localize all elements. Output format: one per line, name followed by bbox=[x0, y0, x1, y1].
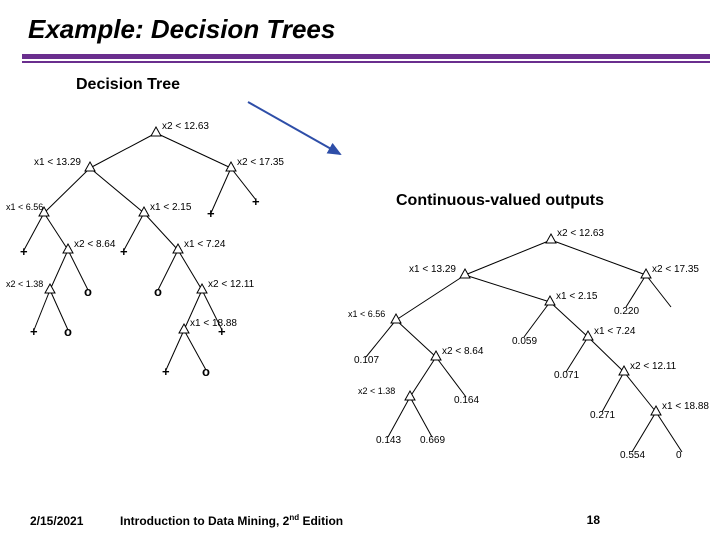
leaf: + bbox=[252, 194, 260, 209]
leaf: 0.271 bbox=[590, 410, 615, 421]
title-underline bbox=[22, 54, 710, 63]
leaf: o bbox=[202, 364, 210, 379]
footer-date: 2/15/2021 bbox=[30, 514, 120, 528]
node-label: x2 < 17.35 bbox=[652, 264, 699, 275]
leaf: o bbox=[84, 284, 92, 299]
node-label: x1 < 2.15 bbox=[556, 291, 598, 302]
node-label: x1 < 6.56 bbox=[6, 202, 43, 212]
slide-title: Example: Decision Trees bbox=[0, 0, 720, 45]
node-label: x2 < 17.35 bbox=[237, 157, 284, 168]
node-label: x1 < 7.24 bbox=[594, 326, 636, 337]
footer-title: Introduction to Data Mining, 2nd Edition bbox=[120, 513, 343, 528]
node-label: x1 < 6.56 bbox=[348, 309, 385, 319]
node-label: x2 < 8.64 bbox=[442, 346, 484, 357]
decision-tree-right: x2 < 12.63 x1 < 13.29 x2 < 17.35 x1 < 6.… bbox=[326, 222, 716, 507]
leaf: + bbox=[30, 324, 38, 339]
node-label: x1 < 2.15 bbox=[150, 202, 192, 213]
node-label: x1 < 18.88 bbox=[190, 318, 237, 329]
node-label: x1 < 7.24 bbox=[184, 239, 226, 250]
node-label: x2 < 8.64 bbox=[74, 239, 116, 250]
node-label: x1 < 18.88 bbox=[662, 401, 709, 412]
leaf: + bbox=[207, 206, 215, 221]
slide-footer: 2/15/2021 Introduction to Data Mining, 2… bbox=[0, 513, 720, 528]
leaf: + bbox=[120, 244, 128, 259]
leaf: 0.220 bbox=[614, 306, 639, 317]
node-label: x1 < 13.29 bbox=[34, 157, 81, 168]
node-label: x2 < 12.11 bbox=[208, 279, 255, 290]
leaf: o bbox=[154, 284, 162, 299]
leaf: + bbox=[218, 324, 226, 339]
subheading-decision-tree: Decision Tree bbox=[76, 76, 180, 94]
leaf: + bbox=[162, 364, 170, 379]
leaf: 0.669 bbox=[420, 435, 445, 446]
footer-page-number: 18 bbox=[587, 513, 600, 527]
leaf: 0.164 bbox=[454, 395, 479, 406]
node-label: x2 < 1.38 bbox=[6, 279, 43, 289]
leaf: o bbox=[64, 324, 72, 339]
leaf: 0.554 bbox=[620, 450, 645, 461]
node-label: x1 < 13.29 bbox=[409, 264, 456, 275]
node-label: x2 < 1.38 bbox=[358, 386, 395, 396]
decision-tree-left: x2 < 12.63 x1 < 13.29 x2 < 17.35 x1 < 6.… bbox=[6, 115, 326, 405]
node-label: x2 < 12.11 bbox=[630, 361, 677, 372]
leaf: 0 bbox=[676, 450, 682, 461]
subheading-continuous: Continuous-valued outputs bbox=[396, 192, 604, 210]
node-label: x2 < 12.63 bbox=[557, 228, 604, 239]
node-label: x2 < 12.63 bbox=[162, 121, 209, 132]
leaf: 0.107 bbox=[354, 355, 379, 366]
leaf: 0.143 bbox=[376, 435, 401, 446]
leaf: 0.071 bbox=[554, 370, 579, 381]
leaf: 0.059 bbox=[512, 336, 537, 347]
leaf: + bbox=[20, 244, 28, 259]
